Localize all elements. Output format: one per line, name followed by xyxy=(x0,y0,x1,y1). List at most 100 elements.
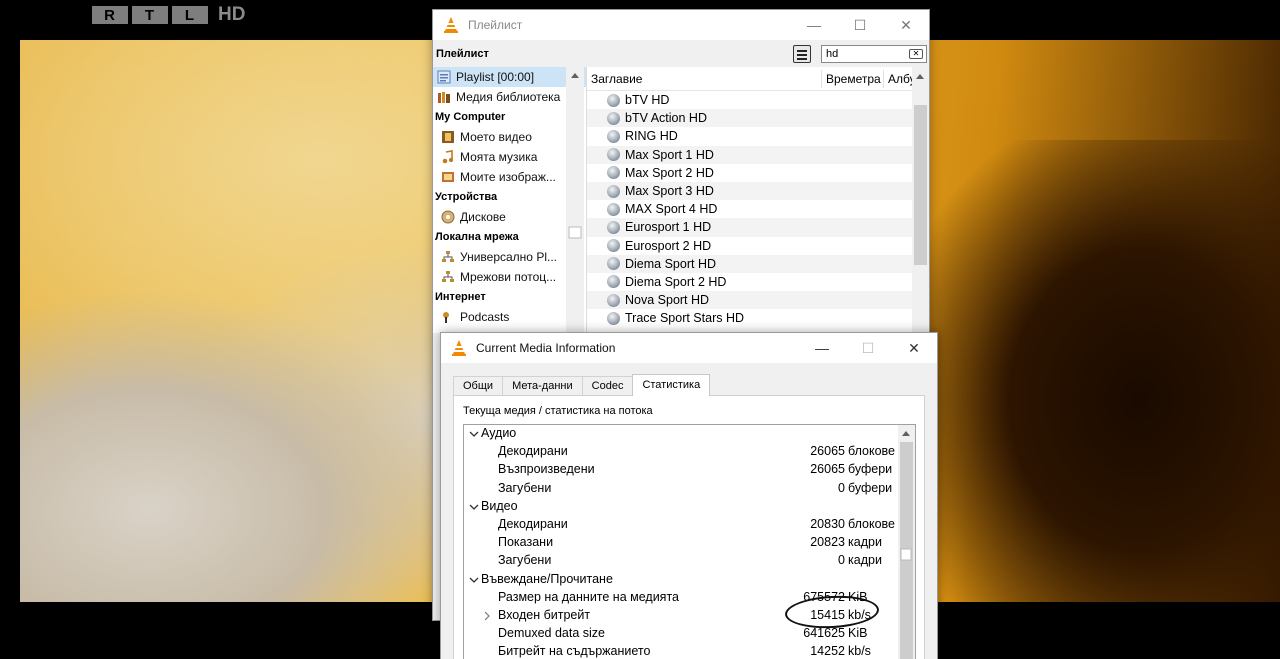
playlist-item[interactable]: bTV HD xyxy=(587,91,929,109)
tree-row[interactable]: Показани 20823 кадри xyxy=(464,534,915,552)
playlist-item[interactable]: Eurosport 2 HD xyxy=(587,237,929,255)
globe-icon xyxy=(607,111,620,125)
media-info-titlebar[interactable]: Current Media Information — ☐ ✕ xyxy=(441,333,937,363)
playlist-item[interactable]: Eurosport 1 HD xyxy=(587,218,929,237)
playlist-item[interactable]: Max Sport 2 HD xyxy=(587,164,929,182)
view-mode-button[interactable] xyxy=(793,45,811,63)
sidebar-scrollbar-arrows xyxy=(568,73,582,239)
playlist-item[interactable]: Max Sport 3 HD xyxy=(587,181,929,201)
sidebar-item-label: Podcasts xyxy=(460,310,510,324)
sidebar-scrollbar[interactable] xyxy=(566,67,584,333)
playlist-item-title: Max Sport 1 HD xyxy=(625,147,714,162)
tab-metadata[interactable]: Мета-данни xyxy=(502,376,583,396)
tree-row-label: Въвеждане/Прочитане xyxy=(481,571,613,586)
sidebar-item[interactable]: Моята музика xyxy=(433,147,586,167)
sidebar-item[interactable]: Универсално Pl... xyxy=(433,247,586,267)
playlist-item[interactable]: bTV Action HD xyxy=(587,109,929,128)
maximize-button[interactable]: ☐ xyxy=(837,10,883,40)
globe-icon xyxy=(607,184,620,198)
search-value: hd xyxy=(826,48,839,60)
globe-icon xyxy=(607,202,620,216)
tree-row-label: Видео xyxy=(481,498,518,513)
search-input[interactable]: hd ✕ xyxy=(821,45,927,63)
tree-section[interactable]: Въвеждане/Прочитане xyxy=(464,571,915,589)
sidebar-item[interactable]: Дискове xyxy=(433,207,586,227)
globe-icon xyxy=(607,239,620,253)
logo-letter: R xyxy=(92,6,128,24)
sidebar-category-label: My Computer xyxy=(435,111,506,123)
network-icon xyxy=(441,270,455,284)
picture-icon xyxy=(441,170,455,184)
tree-section[interactable]: Видео xyxy=(464,498,915,516)
playlist-item[interactable]: RING HD xyxy=(587,127,929,145)
tree-row-value: 675572 xyxy=(803,589,845,604)
close-button[interactable]: ✕ xyxy=(883,10,929,40)
tree-row-unit: блокове xyxy=(848,516,895,531)
playlist-item[interactable]: Trace Sport Stars HD xyxy=(587,309,929,327)
tab-general[interactable]: Общи xyxy=(453,376,504,396)
chevron-down-icon[interactable] xyxy=(467,425,481,445)
maximize-button[interactable]: ☐ xyxy=(845,333,891,363)
playlist-sidebar: Playlist [00:00] Медия библиотека My Compu… xyxy=(433,67,586,344)
disc-icon xyxy=(441,210,455,224)
tree-row[interactable]: Demuxed data size 641625 KiB xyxy=(464,625,915,643)
panel-caption: Текуща медия / статистика на потока xyxy=(463,405,653,417)
tree-row[interactable]: Декодирани 26065 блокове xyxy=(464,443,915,461)
sidebar-item[interactable]: Playlist [00:00] xyxy=(433,67,586,87)
playlist-item-title: Diema Sport HD xyxy=(625,256,716,271)
sidebar-item[interactable]: Медия библиотека xyxy=(433,87,586,107)
tree-row[interactable]: Възпроизведени 26065 буфери xyxy=(464,461,915,479)
sidebar-item[interactable]: Podcasts xyxy=(433,307,586,327)
list-scrollbar[interactable] xyxy=(912,67,929,333)
sidebar-category: My Computer xyxy=(433,107,586,127)
tree-row-value: 20823 xyxy=(810,535,845,550)
video-dark-region xyxy=(920,140,1280,602)
chevron-down-icon[interactable] xyxy=(467,571,481,591)
playlist-item-title: Eurosport 2 HD xyxy=(625,238,712,253)
close-button[interactable]: ✕ xyxy=(891,333,937,363)
playlist-titlebar[interactable]: Плейлист — ☐ ✕ xyxy=(433,10,929,40)
clear-search-icon[interactable]: ✕ xyxy=(909,49,923,59)
channel-logo: R T L HD xyxy=(92,4,245,25)
vlc-cone-icon xyxy=(444,17,458,33)
chevron-down-icon[interactable] xyxy=(467,498,481,518)
network-icon xyxy=(441,250,455,264)
playlist-item-title: Nova Sport HD xyxy=(625,293,710,308)
tree-row[interactable]: Загубени 0 буфери xyxy=(464,480,915,498)
sidebar-item[interactable]: Мрежови потоц... xyxy=(433,267,586,287)
playlist-item-title: Eurosport 1 HD xyxy=(625,220,712,235)
sidebar-item[interactable]: Моите изображ... xyxy=(433,167,586,187)
tab-codec[interactable]: Codec xyxy=(581,376,634,396)
playlist-item[interactable]: MAX Sport 4 HD xyxy=(587,200,929,218)
playlist-item[interactable]: Diema Sport HD xyxy=(587,254,929,273)
sidebar-category-label: Устройства xyxy=(435,191,498,203)
podcast-icon xyxy=(441,310,455,324)
column-title[interactable]: Заглавие xyxy=(591,72,642,86)
column-duration[interactable]: Времетра xyxy=(821,70,881,88)
logo-letter: L xyxy=(172,6,208,24)
tab-statistics[interactable]: Статистика xyxy=(632,374,711,396)
tree-row[interactable]: Загубени 0 кадри xyxy=(464,552,915,570)
tree-row[interactable]: Битрейт на съдържанието 14252 kb/s xyxy=(464,643,915,659)
tree-scrollbar[interactable] xyxy=(898,425,915,659)
tree-scroll-up-icon xyxy=(902,431,910,436)
tree-section[interactable]: Аудио xyxy=(464,425,915,443)
tree-row-value: 26065 xyxy=(810,444,845,459)
sidebar-item-label: Моята музика xyxy=(460,150,538,164)
list-scroll-thumb[interactable] xyxy=(914,105,927,265)
playlist-item[interactable]: Max Sport 1 HD xyxy=(587,145,929,164)
tree-row-label: Аудио xyxy=(481,426,517,440)
sidebar-item[interactable]: Моето видео xyxy=(433,127,586,147)
tree-row-value: 26065 xyxy=(810,462,845,477)
tree-scroll-thumb[interactable] xyxy=(900,442,913,659)
playlist-item[interactable]: Diema Sport 2 HD xyxy=(587,273,929,291)
tree-row-value: 641625 xyxy=(803,626,845,641)
info-tabs: Общи Мета-данни Codec Статистика xyxy=(453,374,711,396)
minimize-button[interactable]: — xyxy=(799,333,845,363)
desktop: R T L HD Плейлист — ☐ ✕ Плейлист hd ✕ Pl… xyxy=(0,0,1280,659)
globe-icon xyxy=(607,275,620,289)
tree-row[interactable]: Декодирани 20830 блокове xyxy=(464,516,915,534)
playlist-item[interactable]: Nova Sport HD xyxy=(587,291,929,310)
column-album[interactable]: Албу xyxy=(883,70,913,88)
minimize-button[interactable]: — xyxy=(791,10,837,40)
